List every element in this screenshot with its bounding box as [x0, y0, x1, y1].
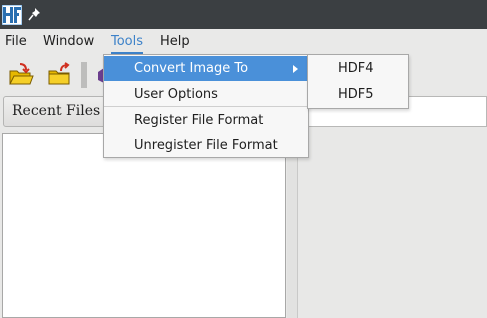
submenu-item-label: HDF4: [338, 61, 374, 76]
pin-icon[interactable]: [28, 7, 42, 21]
menu-item-label: Register File Format: [134, 113, 264, 128]
submenu-item-label: HDF5: [338, 87, 374, 102]
tree-view-pane[interactable]: [2, 133, 286, 318]
menu-item-unregister-file-format[interactable]: Unregister File Format: [104, 133, 308, 158]
menu-item-label: User Options: [134, 87, 218, 102]
menu-item-label: Unregister File Format: [134, 138, 278, 153]
menu-separator: [104, 106, 308, 107]
menu-item-label: Convert Image To: [134, 61, 249, 76]
menu-bar: File Window Tools Help: [0, 29, 487, 54]
title-bar: [0, 0, 487, 29]
hdf-logo-icon: [2, 5, 22, 25]
menu-item-convert-image-to[interactable]: Convert Image To: [104, 56, 308, 81]
convert-image-submenu: HDF4 HDF5: [307, 54, 409, 109]
recent-files-button[interactable]: Recent Files: [3, 96, 113, 127]
content-pane: [297, 133, 487, 318]
toolbar-separator: [81, 62, 87, 88]
menu-window[interactable]: Window: [43, 34, 94, 49]
menu-file[interactable]: File: [5, 34, 27, 49]
menu-help[interactable]: Help: [160, 34, 190, 49]
tools-menu: Convert Image To User Options Register F…: [103, 54, 309, 158]
submenu-item-hdf4[interactable]: HDF4: [308, 56, 408, 81]
pane-splitter[interactable]: [287, 133, 297, 318]
menu-tools[interactable]: Tools: [111, 34, 144, 54]
submenu-item-hdf5[interactable]: HDF5: [308, 82, 408, 107]
close-folder-icon[interactable]: [47, 62, 73, 88]
open-folder-icon[interactable]: [8, 62, 34, 88]
recent-files-label: Recent Files: [12, 103, 101, 119]
menu-item-register-file-format[interactable]: Register File Format: [104, 108, 308, 133]
menu-item-user-options[interactable]: User Options: [104, 82, 308, 107]
submenu-arrow-icon: [293, 65, 298, 73]
